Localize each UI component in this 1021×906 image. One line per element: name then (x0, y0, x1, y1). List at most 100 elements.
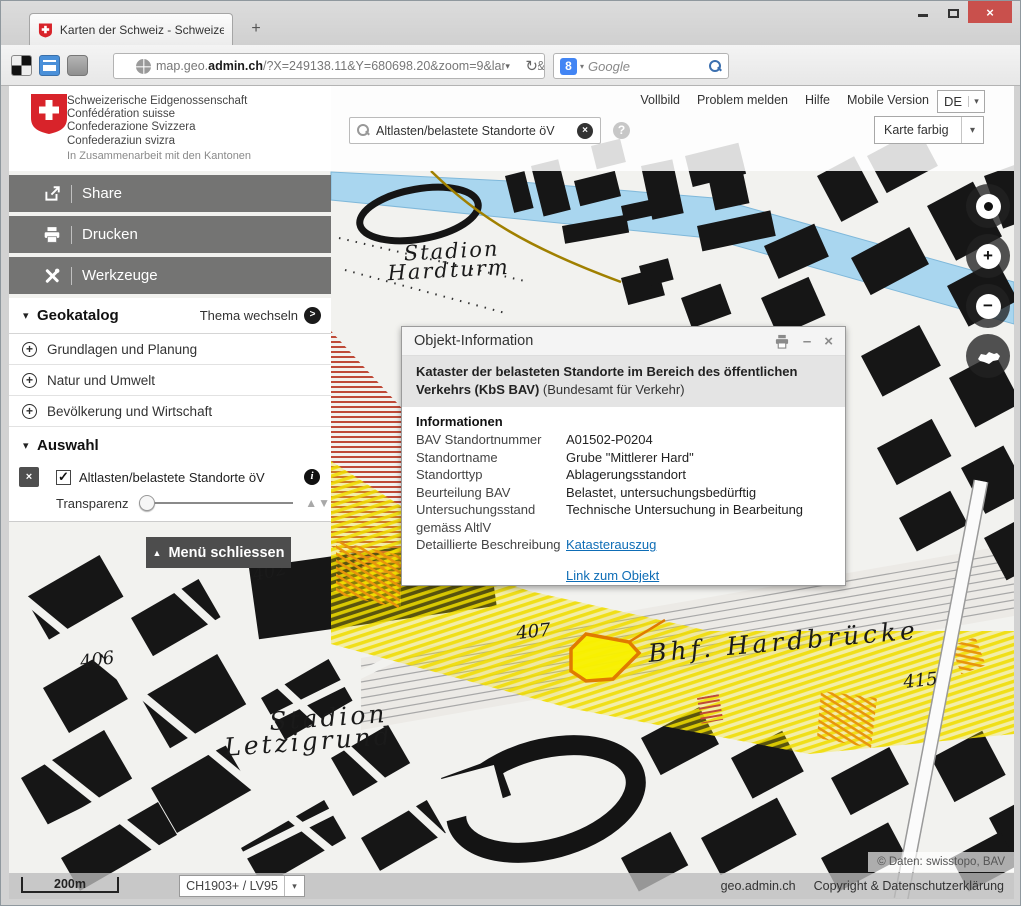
close-button[interactable]: × (968, 1, 1012, 23)
geo-search-field[interactable]: × (349, 117, 601, 144)
sidebar-item-tools[interactable]: Werkzeuge (9, 257, 331, 294)
category-grundlagen[interactable]: + Grundlagen und Planung (9, 334, 331, 365)
browser-tab[interactable]: Karten der Schweiz - Schweize... (29, 13, 233, 45)
transparency-slider[interactable] (139, 495, 294, 511)
katasterauszug-link[interactable]: Katasterauszug (566, 536, 656, 554)
info-row: BAV StandortnummerA01502-P0204 (416, 431, 831, 449)
page-content: Stadion Hardturm Bhf. Hardbrücke Stadion… (9, 86, 1014, 899)
sidebar: Share Drucken Werkzeuge ▾ Geokatalog The… (9, 175, 331, 522)
layer-checkbox[interactable]: ✓ (56, 470, 71, 485)
geolocate-button[interactable] (966, 184, 1010, 228)
triangle-up-icon: ▲ (153, 548, 162, 558)
slider-knob[interactable] (139, 495, 155, 511)
link-mobile-version[interactable]: Mobile Version (847, 93, 929, 107)
copyright-link[interactable]: Copyright & Datenschutzerklärung (814, 879, 1004, 893)
reload-button[interactable]: ↻ (525, 57, 538, 75)
layer-info-icon[interactable]: i (304, 469, 320, 485)
sidebar-item-print[interactable]: Drucken (9, 216, 331, 253)
elevation-415: 415 (901, 668, 938, 693)
layer-order-arrows[interactable]: ▲▼ (305, 496, 331, 510)
maximize-icon (948, 9, 959, 18)
confederation-text: Schweizerische Eidgenossenschaft Confédé… (67, 95, 247, 148)
confederation-logo: Schweizerische Eidgenossenschaft Confédé… (9, 86, 331, 171)
extension-icon-1[interactable] (11, 55, 32, 76)
language-select[interactable]: DE ▾ (937, 90, 985, 113)
navigation-toolbar: ← map.geo.admin.ch/?X=249138.11&Y=680698… (1, 45, 1020, 86)
swiss-favicon-icon (38, 22, 53, 38)
change-theme-button[interactable]: Thema wechseln > (200, 307, 321, 324)
chevron-down-icon: ▾ (284, 876, 304, 896)
clear-search-icon[interactable]: × (577, 123, 593, 139)
category-natur[interactable]: + Natur und Umwelt (9, 365, 331, 396)
search-input[interactable] (376, 124, 571, 138)
expand-plus-icon: + (22, 342, 37, 357)
search-help-icon[interactable]: ? (613, 122, 630, 139)
expand-plus-icon: + (22, 373, 37, 388)
minimize-button[interactable] (908, 1, 938, 22)
zoom-out-button[interactable]: − (966, 284, 1010, 328)
info-row: Detaillierte BeschreibungKatasterauszug (416, 536, 831, 554)
layer-name: Altlasten/belastete Standorte öV (79, 470, 304, 485)
locate-icon (984, 202, 993, 211)
chevron-down-icon: ▾ (961, 117, 983, 143)
layer-row: × ✓ Altlasten/belastete Standorte öV i (9, 463, 331, 491)
tools-icon (43, 267, 61, 285)
section-title: Informationen (416, 414, 831, 429)
elevation-407: 407 (514, 619, 552, 644)
selection-header[interactable]: ▾ Auswahl (9, 427, 331, 463)
object-link[interactable]: Link zum Objekt (566, 567, 659, 585)
tab-title: Karten der Schweiz - Schweize... (60, 23, 224, 37)
popup-source: Kataster der belasteten Standorte im Ber… (402, 356, 845, 407)
search-placeholder: Google (588, 59, 709, 74)
site-link[interactable]: geo.admin.ch (721, 879, 796, 893)
bottom-bar: 200m CH1903+ / LV95 ▾ geo.admin.ch Copyr… (9, 873, 1014, 899)
maximize-button[interactable] (938, 1, 968, 22)
projection-select[interactable]: CH1903+ / LV95 ▾ (179, 875, 305, 897)
geocatalog-panel: ▾ Geokatalog Thema wechseln > + Grundlag… (9, 298, 331, 522)
new-tab-button[interactable]: + (244, 19, 268, 41)
triangle-down-icon: ▾ (23, 439, 37, 452)
cooperation-note: In Zusammenarbeit mit den Kantonen (67, 150, 251, 162)
map-attribution[interactable]: © Daten: swisstopo, BAV (868, 852, 1014, 872)
url-bar[interactable]: map.geo.admin.ch/?X=249138.11&Y=680698.2… (113, 53, 545, 79)
transparency-row: Transparenz ▲▼ (9, 491, 331, 521)
popup-header[interactable]: Objekt-Information – × (402, 327, 845, 356)
printer-icon (43, 226, 61, 244)
info-row: StandorttypAblagerungsstandort (416, 466, 831, 484)
search-engine-dropdown-icon[interactable]: ▾ (580, 62, 584, 71)
triangle-down-icon: ▾ (23, 309, 37, 322)
chevron-right-icon: > (304, 307, 321, 324)
window-controls: × (908, 1, 1012, 23)
browser-search-box[interactable]: 8 ▾ Google (553, 53, 729, 79)
close-popup-icon[interactable]: × (824, 334, 833, 349)
link-hilfe[interactable]: Hilfe (805, 93, 830, 107)
info-row: Beurteilung BAVBelastet, untersuchungsbe… (416, 484, 831, 502)
info-row: StandortnameGrube "Mittlerer Hard" (416, 449, 831, 467)
minimize-popup-icon[interactable]: – (803, 334, 811, 349)
url-dropdown-icon[interactable]: ▾ (505, 61, 517, 72)
plus-icon: + (976, 244, 1001, 269)
swiss-shield-icon (29, 93, 69, 135)
remove-layer-button[interactable]: × (19, 467, 39, 487)
zoom-in-button[interactable]: + (966, 234, 1010, 278)
category-bevoelkerung[interactable]: + Bevölkerung und Wirtschaft (9, 396, 331, 427)
link-vollbild[interactable]: Vollbild (640, 93, 680, 107)
info-row: Link zum Objekt (416, 567, 831, 585)
extension-icon-2[interactable] (39, 55, 60, 76)
minus-icon: − (976, 294, 1001, 319)
chevron-down-icon: ▾ (968, 96, 984, 107)
extension-icon-3[interactable] (67, 55, 88, 76)
map-style-select[interactable]: Karte farbig ▾ (874, 116, 984, 144)
google-icon: 8 (560, 58, 577, 75)
search-icon[interactable] (709, 60, 722, 73)
object-information-popup: Objekt-Information – × Kataster der bela… (401, 326, 846, 586)
browser-window: Karten der Schweiz - Schweize... + × ← m… (0, 0, 1021, 906)
title-bar: Karten der Schweiz - Schweize... + × (1, 1, 1020, 45)
close-menu-button[interactable]: ▲ Menü schliessen (146, 537, 291, 568)
default-extent-button[interactable] (966, 334, 1010, 378)
print-icon[interactable] (774, 334, 790, 349)
geocatalog-header[interactable]: ▾ Geokatalog Thema wechseln > (9, 298, 331, 334)
link-problem-melden[interactable]: Problem melden (697, 93, 788, 107)
share-icon (43, 185, 61, 203)
sidebar-item-share[interactable]: Share (9, 175, 331, 212)
